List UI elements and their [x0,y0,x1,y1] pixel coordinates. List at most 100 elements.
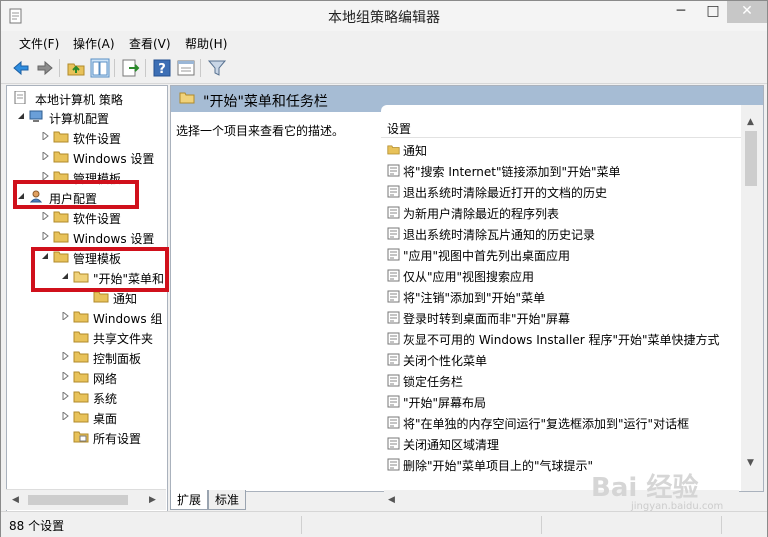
column-header-label: 设置 [387,122,412,136]
menu-view[interactable]: 查看(V) [129,35,171,52]
list-item-label: 为新用户清除最近的程序列表 [403,207,560,221]
scroll-thumb[interactable] [745,131,757,186]
collapsed-arrow-icon[interactable] [41,172,49,180]
export-list-icon[interactable] [121,58,141,78]
list-item[interactable]: 登录时转到桌面而非"开始"屏幕 [381,307,741,328]
tree-root[interactable]: 本地计算机 策略 [11,88,161,108]
tree-computer-windows[interactable]: Windows 设置 [11,147,161,167]
list-item[interactable]: 退出系统时清除瓦片通知的历史记录 [381,223,741,244]
collapsed-arrow-icon[interactable] [61,392,69,400]
tree-network[interactable]: 网络 [11,367,161,387]
list-item-label: 仅从"应用"视图搜索应用 [403,270,535,284]
expanded-arrow-icon[interactable] [17,112,25,120]
policy-setting-icon [387,311,400,324]
tree-root-label: 本地计算机 策略 [35,93,123,107]
collapsed-arrow-icon[interactable] [61,412,69,420]
menu-file[interactable]: 文件(F) [19,35,59,52]
tree-user-windows[interactable]: Windows 设置 [11,227,161,247]
tree-control-panel[interactable]: 控制面板 [11,347,161,367]
forward-arrow-icon[interactable] [35,58,55,78]
back-arrow-icon[interactable] [11,58,31,78]
content-pane: "开始"菜单和任务栏 选择一个项目来查看它的描述。 设置 通知 将"搜索 Int… [170,85,764,492]
list-item-label: 通知 [403,144,428,158]
policy-setting-icon [387,290,400,303]
tree-label: 计算机配置 [49,112,110,126]
policy-setting-icon [387,248,400,261]
list-item[interactable]: 锁定任务栏 [381,370,741,391]
tree-label: 所有设置 [93,432,142,446]
tree-label: Windows 设置 [73,152,155,166]
folder-icon [179,92,195,104]
list-item-label: 将"在单独的内存空间运行"复选框添加到"运行"对话框 [403,417,690,431]
tree-user-software[interactable]: 软件设置 [11,207,161,227]
list-item[interactable]: 将"注销"添加到"开始"菜单 [381,286,741,307]
list-item[interactable]: 灰显不可用的 Windows Installer 程序"开始"菜单快捷方式 [381,328,741,349]
policy-setting-icon [387,458,400,471]
tree-all-settings[interactable]: 所有设置 [11,427,161,447]
list-item-label: 登录时转到桌面而非"开始"屏幕 [403,312,571,326]
collapsed-arrow-icon[interactable] [41,132,49,140]
minimize-button[interactable]: ─ [666,1,696,23]
list-item[interactable]: 为新用户清除最近的程序列表 [381,202,741,223]
tree-horizontal-scrollbar[interactable]: ◀ ▶ [6,489,166,510]
scroll-up-icon[interactable]: ▲ [747,117,754,127]
help-icon[interactable]: ? [152,58,172,78]
tree-label: 共享文件夹 [93,332,154,346]
up-folder-icon[interactable] [66,58,86,78]
tree-windows-components[interactable]: Windows 组 [11,307,167,327]
tree-pane[interactable]: 本地计算机 策略 计算机配置 软件设置 Windows 设置 管理模板 用户配置… [6,85,168,512]
list-item-label: 退出系统时清除最近打开的文档的历史 [403,186,608,200]
watermark-logo: Bai 经验 [591,473,699,503]
list-item[interactable]: "开始"屏幕布局 [381,391,741,412]
content-header-title: "开始"菜单和任务栏 [203,94,328,110]
highlight-box-user-config [13,180,139,209]
list-item-label: 将"搜索 Internet"链接添加到"开始"菜单 [403,165,621,179]
menu-action[interactable]: 操作(A) [73,35,115,52]
settings-list[interactable]: 设置 通知 将"搜索 Internet"链接添加到"开始"菜单 退出系统时清除最… [381,105,763,491]
collapsed-arrow-icon[interactable] [61,372,69,380]
collapsed-arrow-icon[interactable] [41,232,49,240]
scroll-thumb[interactable] [28,495,128,505]
scroll-right-icon[interactable]: ▶ [149,495,156,505]
collapsed-arrow-icon[interactable] [41,212,49,220]
policy-setting-icon [387,269,400,282]
list-item-label: "应用"视图中首先列出桌面应用 [403,249,571,263]
folder-icon [73,371,89,383]
list-item[interactable]: 将"搜索 Internet"链接添加到"开始"菜单 [381,160,741,181]
tree-desktop[interactable]: 桌面 [11,407,161,427]
tree-label: 软件设置 [73,132,122,146]
collapsed-arrow-icon[interactable] [61,312,69,320]
properties-icon[interactable] [176,58,196,78]
tab-extended[interactable]: 扩展 [170,490,209,510]
tab-standard[interactable]: 标准 [208,490,247,510]
list-item[interactable]: 关闭通知区域清理 [381,433,741,454]
toolbar: ? [1,53,767,84]
list-item[interactable]: 退出系统时清除最近打开的文档的历史 [381,181,741,202]
policy-setting-icon [387,227,400,240]
tree-computer-config[interactable]: 计算机配置 [11,107,161,127]
tree-shared-folders[interactable]: 共享文件夹 [11,327,161,347]
list-item-folder[interactable]: 通知 [381,139,741,160]
show-hide-tree-icon[interactable] [90,58,110,78]
policy-setting-icon [387,332,400,345]
list-item[interactable]: 仅从"应用"视图搜索应用 [381,265,741,286]
list-item-label: 锁定任务栏 [403,375,464,389]
scroll-left-icon[interactable]: ◀ [388,495,395,505]
tree-system[interactable]: 系统 [11,387,161,407]
list-item[interactable]: "应用"视图中首先列出桌面应用 [381,244,741,265]
list-vertical-scrollbar[interactable]: ▲ ▼ [741,105,763,491]
collapsed-arrow-icon[interactable] [61,352,69,360]
close-button[interactable]: ✕ [727,1,767,23]
list-item[interactable]: 关闭个性化菜单 [381,349,741,370]
collapsed-arrow-icon[interactable] [41,152,49,160]
folder-icon [387,145,400,155]
maximize-button[interactable]: □ [698,1,728,23]
tree-computer-software[interactable]: 软件设置 [11,127,161,147]
list-item[interactable]: 将"在单独的内存空间运行"复选框添加到"运行"对话框 [381,412,741,433]
folder-icon [73,331,89,343]
column-header-settings[interactable]: 设置 [381,115,741,138]
menu-help[interactable]: 帮助(H) [185,35,227,52]
filter-icon[interactable] [207,58,227,78]
list-item-label: 删除"开始"菜单项目上的"气球提示" [403,459,594,473]
scroll-left-icon[interactable]: ◀ [12,495,19,505]
